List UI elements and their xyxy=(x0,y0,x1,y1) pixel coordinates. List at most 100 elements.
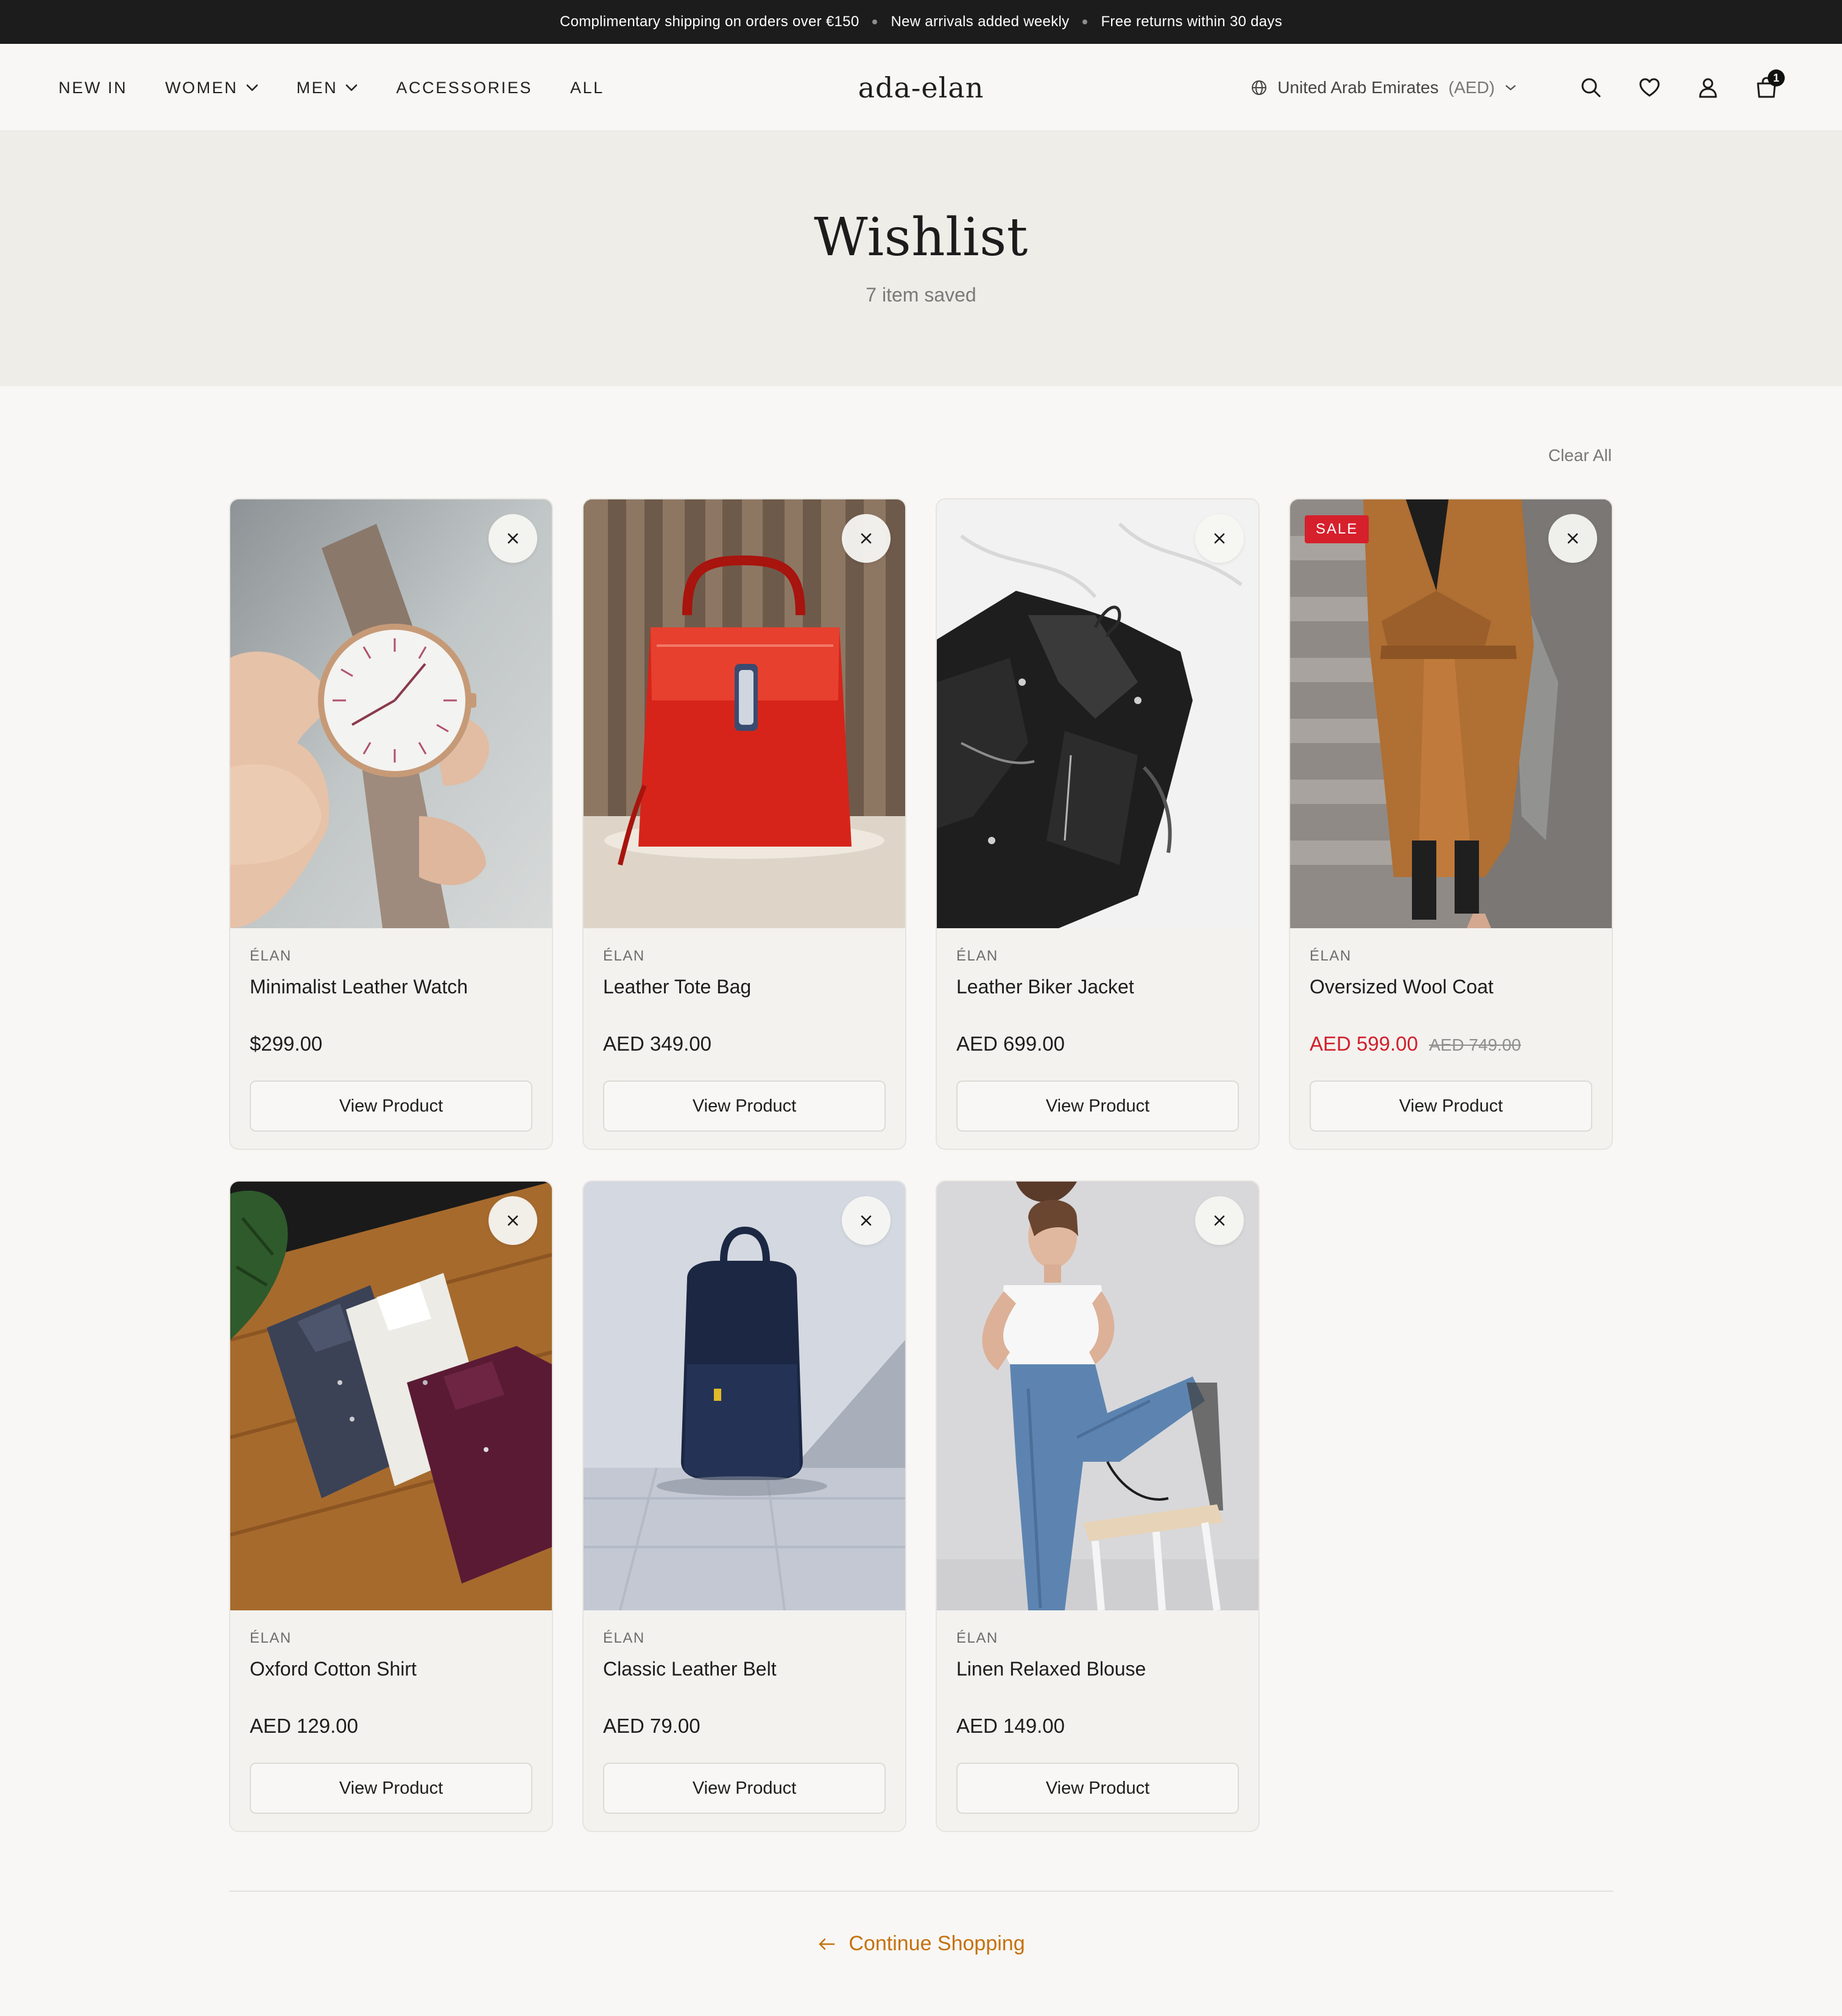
continue-shopping-label: Continue Shopping xyxy=(849,1932,1025,1955)
product-info: ÉLAN Leather Tote Bag AED 349.00 xyxy=(603,948,886,1056)
product-info: ÉLAN Oversized Wool Coat AED 599.00 AED … xyxy=(1310,948,1592,1056)
site-header: NEW IN WOMEN MEN ACCESSORIES ALL ada-ela… xyxy=(0,44,1842,132)
product-name[interactable]: Minimalist Leather Watch xyxy=(250,976,532,998)
product-brand: ÉLAN xyxy=(1310,948,1352,964)
view-product-button[interactable]: View Product xyxy=(250,1080,532,1132)
close-icon xyxy=(861,533,872,544)
saved-count: 7 item saved xyxy=(866,284,976,306)
product-name[interactable]: Linen Relaxed Blouse xyxy=(956,1658,1239,1680)
product-brand: ÉLAN xyxy=(956,948,998,964)
close-icon xyxy=(507,1215,518,1226)
product-info: ÉLAN Minimalist Leather Watch $299.00 xyxy=(250,948,532,1056)
nav-new-in[interactable]: NEW IN xyxy=(58,79,127,97)
product-brand: ÉLAN xyxy=(250,1630,292,1646)
remove-button[interactable] xyxy=(489,514,537,563)
separator-dot xyxy=(872,19,878,24)
price-row: AED 149.00 xyxy=(956,1715,1239,1738)
price-row: $299.00 xyxy=(250,1032,532,1056)
product-image[interactable] xyxy=(584,1182,905,1610)
page-title: Wishlist xyxy=(814,207,1028,268)
announcement-text: Complimentary shipping on orders over €1… xyxy=(559,13,859,30)
product-name[interactable]: Classic Leather Belt xyxy=(603,1658,886,1680)
product-price: AED 349.00 xyxy=(603,1032,711,1055)
region-currency: (AED) xyxy=(1448,78,1495,97)
wishlist-card: SALE ÉLAN Oversized Wool Coat AED 599.00… xyxy=(1289,498,1613,1150)
product-price: AED 129.00 xyxy=(250,1715,358,1737)
remove-button[interactable] xyxy=(842,1196,891,1245)
view-product-button[interactable]: View Product xyxy=(603,1080,886,1132)
region-country: United Arab Emirates xyxy=(1277,78,1439,97)
continue-shopping-row: Continue Shopping xyxy=(0,1932,1842,1956)
product-image[interactable] xyxy=(230,1182,552,1610)
close-icon xyxy=(1567,533,1578,544)
nav-label: WOMEN xyxy=(165,78,238,97)
wishlist-card: ÉLAN Leather Biker Jacket AED 699.00 Vie… xyxy=(936,498,1260,1150)
wishlist-card: ÉLAN Leather Tote Bag AED 349.00 View Pr… xyxy=(582,498,906,1150)
product-price: AED 699.00 xyxy=(956,1032,1065,1055)
sale-price: AED 599.00 xyxy=(1310,1032,1418,1055)
announcement-text: Free returns within 30 days xyxy=(1101,13,1283,30)
heart-icon[interactable] xyxy=(1635,73,1664,102)
wishlist-card: ÉLAN Oxford Cotton Shirt AED 129.00 View… xyxy=(229,1180,553,1832)
remove-button[interactable] xyxy=(1195,1196,1244,1245)
price-row: AED 699.00 xyxy=(956,1032,1239,1056)
price-row: AED 599.00 AED 749.00 xyxy=(1310,1032,1592,1056)
product-image[interactable] xyxy=(937,1182,1258,1610)
nav-label: ALL xyxy=(570,78,604,97)
chevron-down-icon xyxy=(1505,84,1517,91)
nav-label: NEW IN xyxy=(58,78,128,97)
product-name[interactable]: Oversized Wool Coat xyxy=(1310,976,1592,998)
sale-badge: SALE xyxy=(1305,515,1369,543)
product-brand: ÉLAN xyxy=(603,948,645,964)
product-image[interactable] xyxy=(1290,499,1612,928)
price-row: AED 79.00 xyxy=(603,1715,886,1738)
product-brand: ÉLAN xyxy=(250,948,292,964)
wishlist-hero: Wishlist 7 item saved xyxy=(0,132,1842,386)
nav-label: MEN xyxy=(296,78,338,97)
close-icon xyxy=(1214,1215,1225,1226)
view-product-button[interactable]: View Product xyxy=(956,1080,1239,1132)
product-name[interactable]: Oxford Cotton Shirt xyxy=(250,1658,532,1680)
product-name[interactable]: Leather Tote Bag xyxy=(603,976,886,998)
view-product-button[interactable]: View Product xyxy=(1310,1080,1592,1132)
region-selector[interactable]: United Arab Emirates (AED) xyxy=(1251,78,1517,97)
site-logo[interactable]: ada-elan xyxy=(858,71,984,104)
view-product-button[interactable]: View Product xyxy=(250,1763,532,1814)
product-image[interactable] xyxy=(584,499,905,928)
remove-button[interactable] xyxy=(1548,514,1597,563)
original-price: AED 749.00 xyxy=(1428,1035,1521,1054)
nav-men[interactable]: MEN xyxy=(297,79,359,97)
product-image[interactable] xyxy=(937,499,1258,928)
bag-icon[interactable]: 1 xyxy=(1752,69,1785,102)
search-icon[interactable] xyxy=(1576,73,1606,102)
view-product-button[interactable]: View Product xyxy=(956,1763,1239,1814)
product-info: ÉLAN Classic Leather Belt AED 79.00 xyxy=(603,1630,886,1738)
announcement-bar: Complimentary shipping on orders over €1… xyxy=(0,0,1842,44)
nav-all[interactable]: ALL xyxy=(570,79,604,97)
remove-button[interactable] xyxy=(842,514,891,563)
price-row: AED 129.00 xyxy=(250,1715,532,1738)
globe-icon xyxy=(1251,79,1268,96)
product-name[interactable]: Leather Biker Jacket xyxy=(956,976,1239,998)
product-image[interactable] xyxy=(230,499,552,928)
product-info: ÉLAN Linen Relaxed Blouse AED 149.00 xyxy=(956,1630,1239,1738)
chevron-down-icon xyxy=(345,83,358,92)
cart-count-badge: 1 xyxy=(1768,69,1785,86)
product-info: ÉLAN Oxford Cotton Shirt AED 129.00 xyxy=(250,1630,532,1738)
nav-accessories[interactable]: ACCESSORIES xyxy=(396,79,532,97)
nav-label: ACCESSORIES xyxy=(396,78,533,97)
product-brand: ÉLAN xyxy=(603,1630,645,1646)
clear-all-button[interactable]: Clear All xyxy=(1548,446,1612,465)
continue-shopping-link[interactable]: Continue Shopping xyxy=(817,1932,1025,1956)
section-divider xyxy=(229,1891,1613,1892)
announcement-text: New arrivals added weekly xyxy=(891,13,1070,30)
user-icon[interactable] xyxy=(1693,73,1723,102)
close-icon xyxy=(1214,533,1225,544)
nav-women[interactable]: WOMEN xyxy=(165,79,258,97)
close-icon xyxy=(507,533,518,544)
remove-button[interactable] xyxy=(1195,514,1244,563)
price-row: AED 349.00 xyxy=(603,1032,886,1056)
view-product-button[interactable]: View Product xyxy=(603,1763,886,1814)
remove-button[interactable] xyxy=(489,1196,537,1245)
separator-dot xyxy=(1082,19,1088,24)
